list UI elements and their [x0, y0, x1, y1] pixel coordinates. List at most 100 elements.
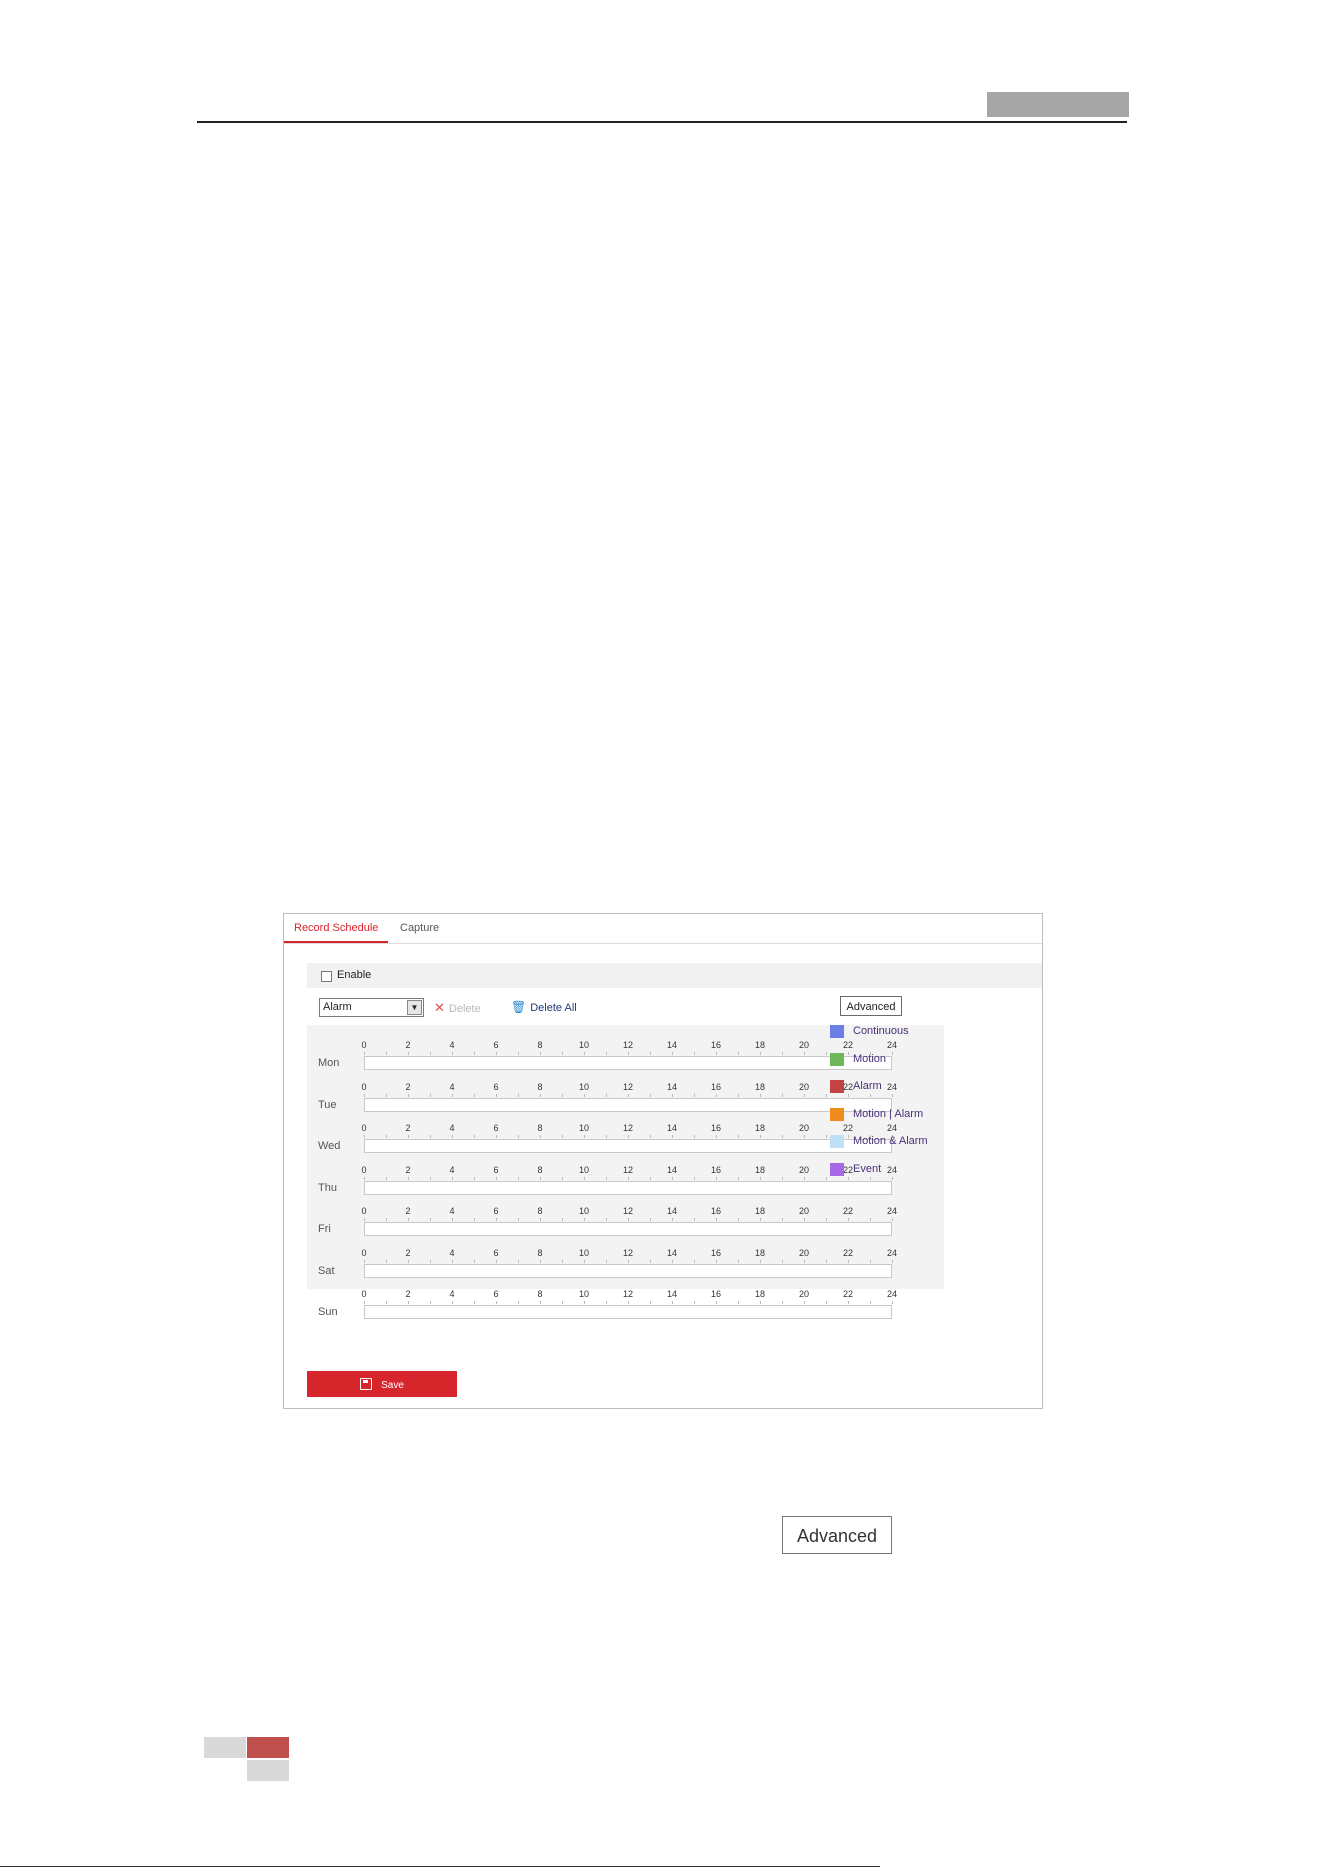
hour-minor-tick [452, 1218, 453, 1221]
hour-minor-tick [562, 1218, 563, 1221]
hour-minor-tick [738, 1093, 739, 1097]
day-label-sun: Sun [318, 1306, 338, 1318]
day-label-fri: Fri [318, 1223, 331, 1235]
delete-all-button[interactable]: 🗑 Delete All [511, 1000, 577, 1014]
hour-tick-label: 20 [798, 1247, 810, 1258]
hour-minor-tick [430, 1176, 431, 1180]
hour-minor-tick [518, 1259, 519, 1263]
hour-tick-label: 8 [537, 1123, 543, 1133]
schedule-bar-tue[interactable] [364, 1097, 892, 1112]
hour-minor-tick [540, 1218, 541, 1221]
hour-minor-tick [826, 1259, 827, 1263]
hour-minor-tick [804, 1259, 805, 1263]
hour-minor-tick [628, 1218, 629, 1221]
legend-label: Continuous [853, 1025, 909, 1037]
schedule-bar-fri[interactable] [364, 1222, 892, 1236]
hour-tick-label: 8 [537, 1289, 543, 1299]
schedule-bar-thu[interactable] [364, 1180, 892, 1195]
hour-minor-tick [826, 1301, 827, 1304]
hour-minor-tick [496, 1218, 497, 1221]
enable-checkbox[interactable] [321, 971, 332, 982]
hour-minor-tick [540, 1301, 541, 1304]
schedule-bar-sat[interactable] [364, 1263, 892, 1278]
hour-minor-tick [870, 1218, 871, 1221]
hour-tick-label: 24 [886, 1164, 898, 1175]
hour-minor-tick [672, 1301, 673, 1304]
hour-minor-tick [804, 1176, 805, 1180]
hour-minor-tick [364, 1301, 365, 1304]
tab-capture[interactable]: Capture [390, 914, 449, 942]
hour-tick-label: 2 [405, 1040, 411, 1050]
day-label-mon: Mon [318, 1057, 340, 1069]
hour-minor-tick [408, 1301, 409, 1304]
hour-tick-label: 6 [493, 1040, 499, 1050]
hour-minor-tick [606, 1218, 607, 1221]
hour-minor-tick [540, 1176, 541, 1180]
hour-minor-tick [848, 1301, 849, 1304]
hour-minor-tick [628, 1135, 629, 1138]
tab-record-schedule[interactable]: Record Schedule [284, 914, 389, 943]
hour-minor-tick [782, 1218, 783, 1221]
hour-minor-tick [672, 1259, 673, 1263]
hour-minor-tick [760, 1135, 761, 1138]
hour-minor-tick [650, 1218, 651, 1221]
advanced-button[interactable]: Advanced [840, 996, 902, 1016]
hour-minor-tick [716, 1218, 717, 1221]
hour-tick-label: 18 [754, 1164, 766, 1175]
delete-all-label: Delete All [530, 1002, 577, 1014]
hour-tick-label: 16 [710, 1040, 722, 1050]
hour-minor-tick [694, 1052, 695, 1055]
delete-button[interactable]: ✕ Delete [434, 1000, 481, 1016]
hour-minor-tick [408, 1052, 409, 1055]
hour-tick-label: 24 [886, 1206, 898, 1216]
hour-minor-tick [518, 1218, 519, 1221]
hour-minor-tick [650, 1135, 651, 1138]
hour-minor-tick [496, 1259, 497, 1263]
hour-minor-tick [364, 1176, 365, 1180]
hour-minor-tick [892, 1218, 893, 1221]
hour-minor-tick [518, 1052, 519, 1055]
hour-tick-label: 16 [710, 1206, 722, 1216]
hour-minor-tick [716, 1301, 717, 1304]
hour-minor-tick [760, 1218, 761, 1221]
schedule-bar-sun[interactable] [364, 1305, 892, 1319]
legend-label: Event [853, 1162, 882, 1175]
footer-square-red [247, 1737, 289, 1758]
hour-minor-tick [474, 1301, 475, 1304]
schedule-bar-mon[interactable] [364, 1056, 892, 1070]
hour-tick-label: 4 [449, 1164, 455, 1175]
hour-minor-tick [452, 1176, 453, 1180]
hour-minor-tick [826, 1176, 827, 1180]
hour-tick-label: 24 [886, 1040, 898, 1050]
hour-minor-tick [606, 1301, 607, 1304]
enable-row: Enable [307, 963, 1042, 988]
hour-minor-tick [892, 1259, 893, 1263]
hour-tick-label: 18 [754, 1206, 766, 1216]
hour-minor-tick [430, 1301, 431, 1304]
hour-tick-label: 18 [754, 1123, 766, 1133]
hour-minor-tick [540, 1093, 541, 1097]
legend-swatch [830, 1052, 844, 1066]
hour-tick-label: 8 [537, 1247, 543, 1258]
hour-minor-tick [584, 1052, 585, 1055]
hour-tick-label: 22 [842, 1206, 854, 1216]
hour-minor-tick [364, 1093, 365, 1097]
hour-minor-tick [518, 1301, 519, 1304]
hour-tick-label: 2 [405, 1164, 411, 1175]
hour-tick-label: 12 [622, 1081, 634, 1092]
hour-tick-label: 12 [622, 1123, 634, 1133]
hour-minor-tick [540, 1135, 541, 1138]
hour-tick-label: 18 [754, 1289, 766, 1299]
hour-minor-tick [430, 1093, 431, 1097]
hour-minor-tick [738, 1052, 739, 1055]
record-type-select[interactable]: Alarm ▼ [319, 998, 424, 1017]
hour-minor-tick [430, 1259, 431, 1263]
schedule-bar-wed[interactable] [364, 1139, 892, 1153]
legend-label: Motion [853, 1052, 887, 1065]
hour-minor-tick [540, 1052, 541, 1055]
day-label-wed: Wed [318, 1140, 341, 1152]
hour-tick-label: 10 [578, 1040, 590, 1050]
hour-minor-tick [804, 1135, 805, 1138]
save-button[interactable]: Save [307, 1371, 457, 1397]
chevron-down-icon[interactable]: ▼ [407, 1000, 422, 1015]
